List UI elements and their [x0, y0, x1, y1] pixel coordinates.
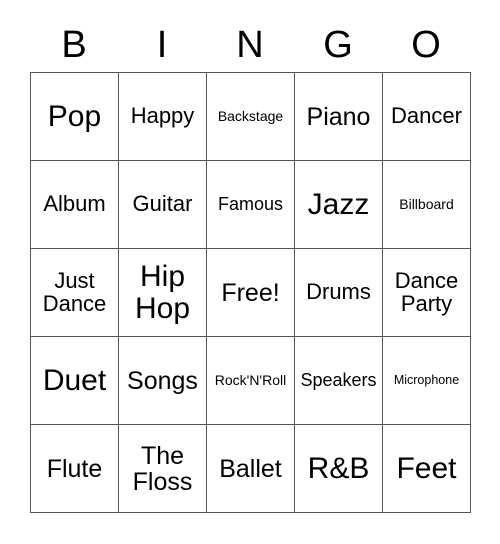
bingo-header-letter-o: O	[411, 24, 441, 66]
bingo-cell-label: Dance Party	[394, 267, 459, 316]
bingo-cell[interactable]: Album	[31, 161, 119, 249]
bingo-cell[interactable]: Guitar	[119, 161, 207, 249]
bingo-cell-label: Backstage	[217, 108, 284, 125]
bingo-header-letter-b: B	[61, 24, 87, 66]
bingo-cell-label: Free!	[221, 278, 280, 307]
bingo-cell[interactable]: Piano	[295, 73, 383, 161]
bingo-header-letter-n: N	[236, 24, 264, 66]
bingo-header-letter-g: G	[323, 24, 353, 66]
bingo-cell-label: Feet	[396, 451, 457, 485]
bingo-header-row: B I N G O	[30, 18, 470, 72]
bingo-cell[interactable]: R&B	[295, 425, 383, 513]
bingo-cell-label: Speakers	[300, 370, 377, 391]
bingo-cell[interactable]: Dancer	[383, 73, 471, 161]
bingo-card: B I N G O Pop Happy Backstage Piano Danc…	[30, 18, 471, 513]
bingo-cell-label: Happy	[130, 103, 195, 129]
bingo-cell[interactable]: Songs	[119, 337, 207, 425]
bingo-cell-label: Album	[43, 191, 106, 217]
bingo-cell[interactable]: Flute	[31, 425, 119, 513]
bingo-row: Just Dance Hip Hop Free! Drums Dance Par…	[31, 249, 471, 337]
bingo-cell[interactable]: Rock'N'Roll	[207, 337, 295, 425]
bingo-header-letter-i: I	[156, 24, 168, 66]
bingo-grid: Pop Happy Backstage Piano Dancer Album G…	[30, 72, 471, 513]
bingo-cell[interactable]: Backstage	[207, 73, 295, 161]
bingo-cell[interactable]: Feet	[383, 425, 471, 513]
bingo-cell[interactable]: Ballet	[207, 425, 295, 513]
bingo-cell-label: Dancer	[391, 103, 462, 129]
bingo-cell[interactable]: Pop	[31, 73, 119, 161]
bingo-cell-label: Famous	[217, 194, 284, 215]
bingo-cell-label: Guitar	[132, 191, 193, 217]
bingo-cell-label: R&B	[307, 451, 370, 485]
bingo-cell[interactable]: Famous	[207, 161, 295, 249]
bingo-cell[interactable]: Microphone	[383, 337, 471, 425]
bingo-cell-label: Microphone	[393, 373, 460, 387]
bingo-cell[interactable]: Jazz	[295, 161, 383, 249]
bingo-cell-label: Jazz	[307, 187, 370, 221]
bingo-cell[interactable]: Duet	[31, 337, 119, 425]
bingo-cell[interactable]: Dance Party	[383, 249, 471, 337]
bingo-row: Duet Songs Rock'N'Roll Speakers Micropho…	[31, 337, 471, 425]
bingo-cell-label: The Floss	[132, 441, 193, 496]
bingo-cell-label: Hip Hop	[134, 260, 191, 325]
bingo-cell-label: Ballet	[219, 454, 282, 483]
bingo-cell[interactable]: Just Dance	[31, 249, 119, 337]
bingo-cell-label: Piano	[306, 102, 371, 131]
bingo-cell-label: Songs	[127, 366, 198, 395]
bingo-row: Album Guitar Famous Jazz Billboard	[31, 161, 471, 249]
bingo-cell[interactable]: Happy	[119, 73, 207, 161]
bingo-cell-label: Pop	[47, 99, 102, 133]
bingo-row: Flute The Floss Ballet R&B Feet	[31, 425, 471, 513]
bingo-cell-label: Flute	[46, 454, 103, 483]
bingo-cell[interactable]: Drums	[295, 249, 383, 337]
bingo-cell[interactable]: Speakers	[295, 337, 383, 425]
bingo-cell[interactable]: The Floss	[119, 425, 207, 513]
bingo-row: Pop Happy Backstage Piano Dancer	[31, 73, 471, 161]
bingo-cell[interactable]: Hip Hop	[119, 249, 207, 337]
bingo-cell-label: Just Dance	[42, 267, 107, 316]
bingo-cell-label: Drums	[306, 279, 371, 305]
bingo-cell[interactable]: Billboard	[383, 161, 471, 249]
bingo-cell-label: Duet	[42, 363, 107, 397]
bingo-cell-free[interactable]: Free!	[207, 249, 295, 337]
bingo-cell-label: Billboard	[399, 196, 454, 213]
bingo-cell-label: Rock'N'Roll	[214, 372, 287, 389]
